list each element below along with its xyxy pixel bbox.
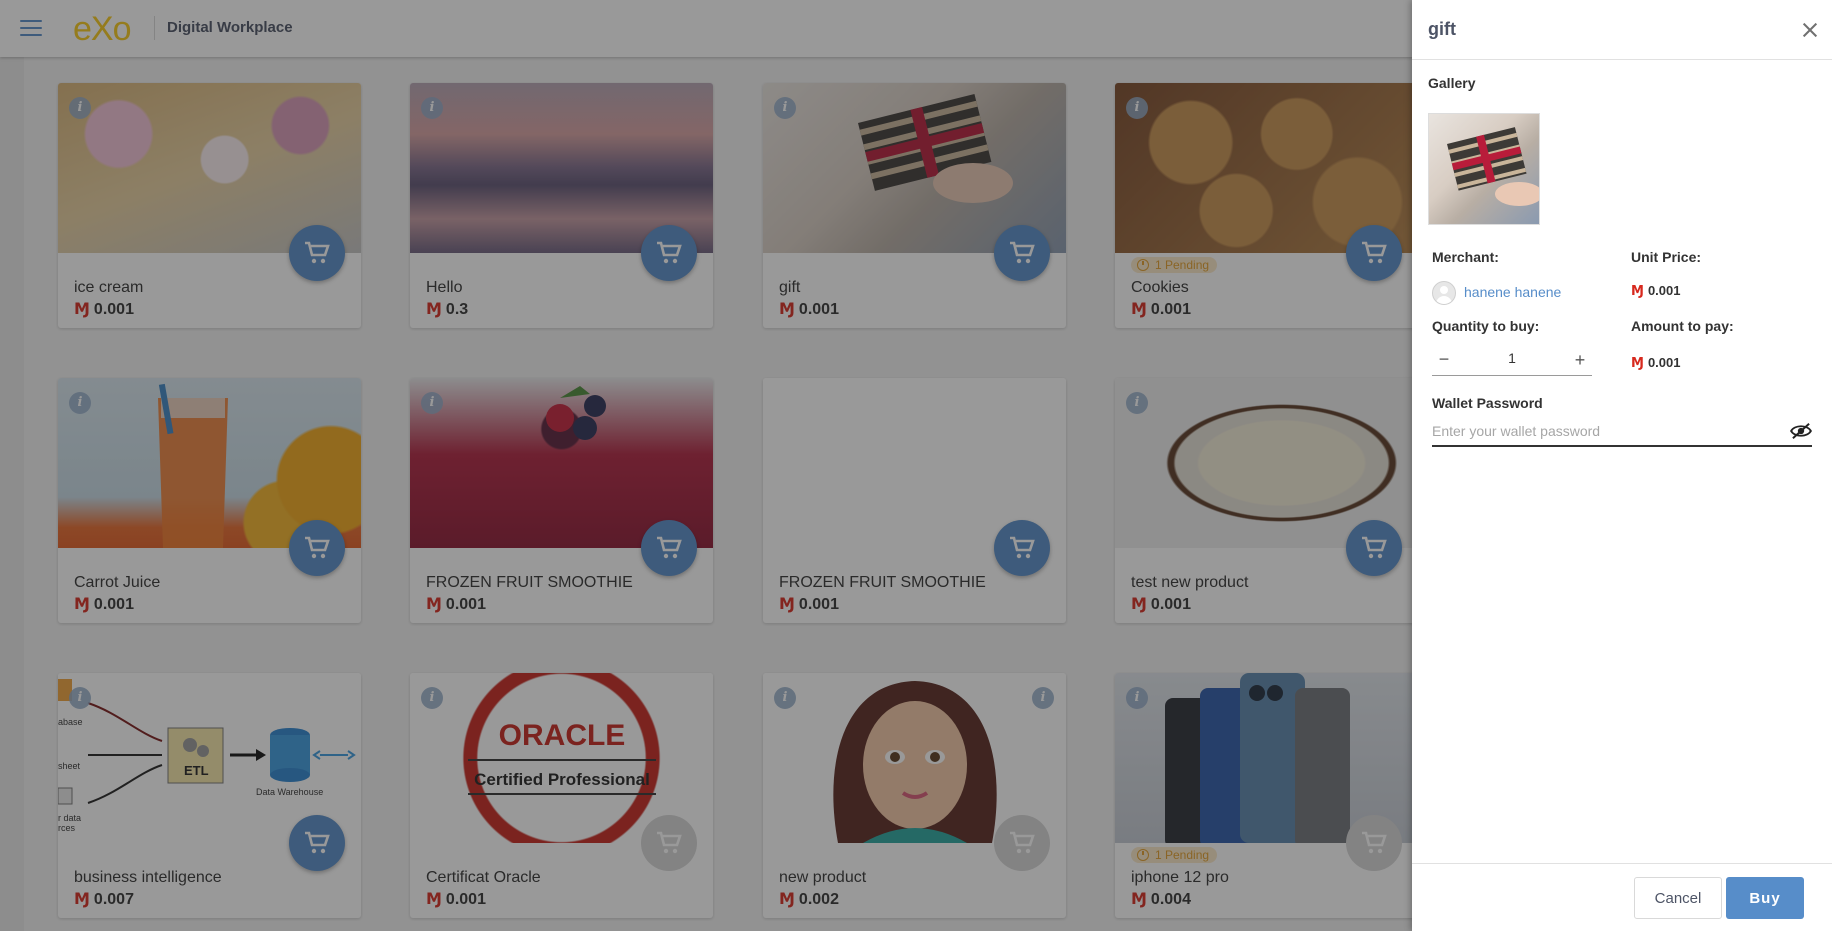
quantity-input[interactable]: 1	[1502, 350, 1522, 366]
drawer-title: gift	[1428, 19, 1456, 39]
gallery-label: Gallery	[1428, 75, 1476, 91]
drawer-footer: Cancel Buy	[1412, 863, 1832, 931]
amount-label: Amount to pay:	[1631, 318, 1734, 334]
amount-value: Ɱ 0.001	[1631, 355, 1681, 370]
cancel-button[interactable]: Cancel	[1634, 877, 1722, 919]
buy-button[interactable]: Buy	[1726, 877, 1804, 919]
wallet-password-field	[1432, 418, 1812, 447]
increment-button[interactable]: +	[1570, 350, 1590, 370]
unit-price-value: Ɱ 0.001	[1631, 283, 1681, 298]
gallery-thumbnail[interactable]	[1428, 113, 1540, 225]
quantity-label: Quantity to buy:	[1432, 318, 1540, 334]
merchant-avatar	[1432, 281, 1456, 305]
merchant-label: Merchant:	[1432, 249, 1499, 265]
eye-off-icon[interactable]	[1790, 422, 1812, 440]
unit-price-label: Unit Price:	[1631, 249, 1702, 265]
merchant-link[interactable]: hanene hanene	[1464, 284, 1561, 300]
quantity-stepper: − 1 +	[1432, 346, 1592, 376]
drawer-header: gift	[1412, 0, 1832, 60]
decrement-button[interactable]: −	[1434, 349, 1454, 369]
wallet-password-input[interactable]	[1432, 420, 1772, 442]
purchase-drawer: gift Gallery Merchant: hanene hanene Uni…	[1412, 0, 1832, 931]
close-icon[interactable]	[1798, 18, 1822, 42]
wallet-password-label: Wallet Password	[1432, 395, 1543, 411]
